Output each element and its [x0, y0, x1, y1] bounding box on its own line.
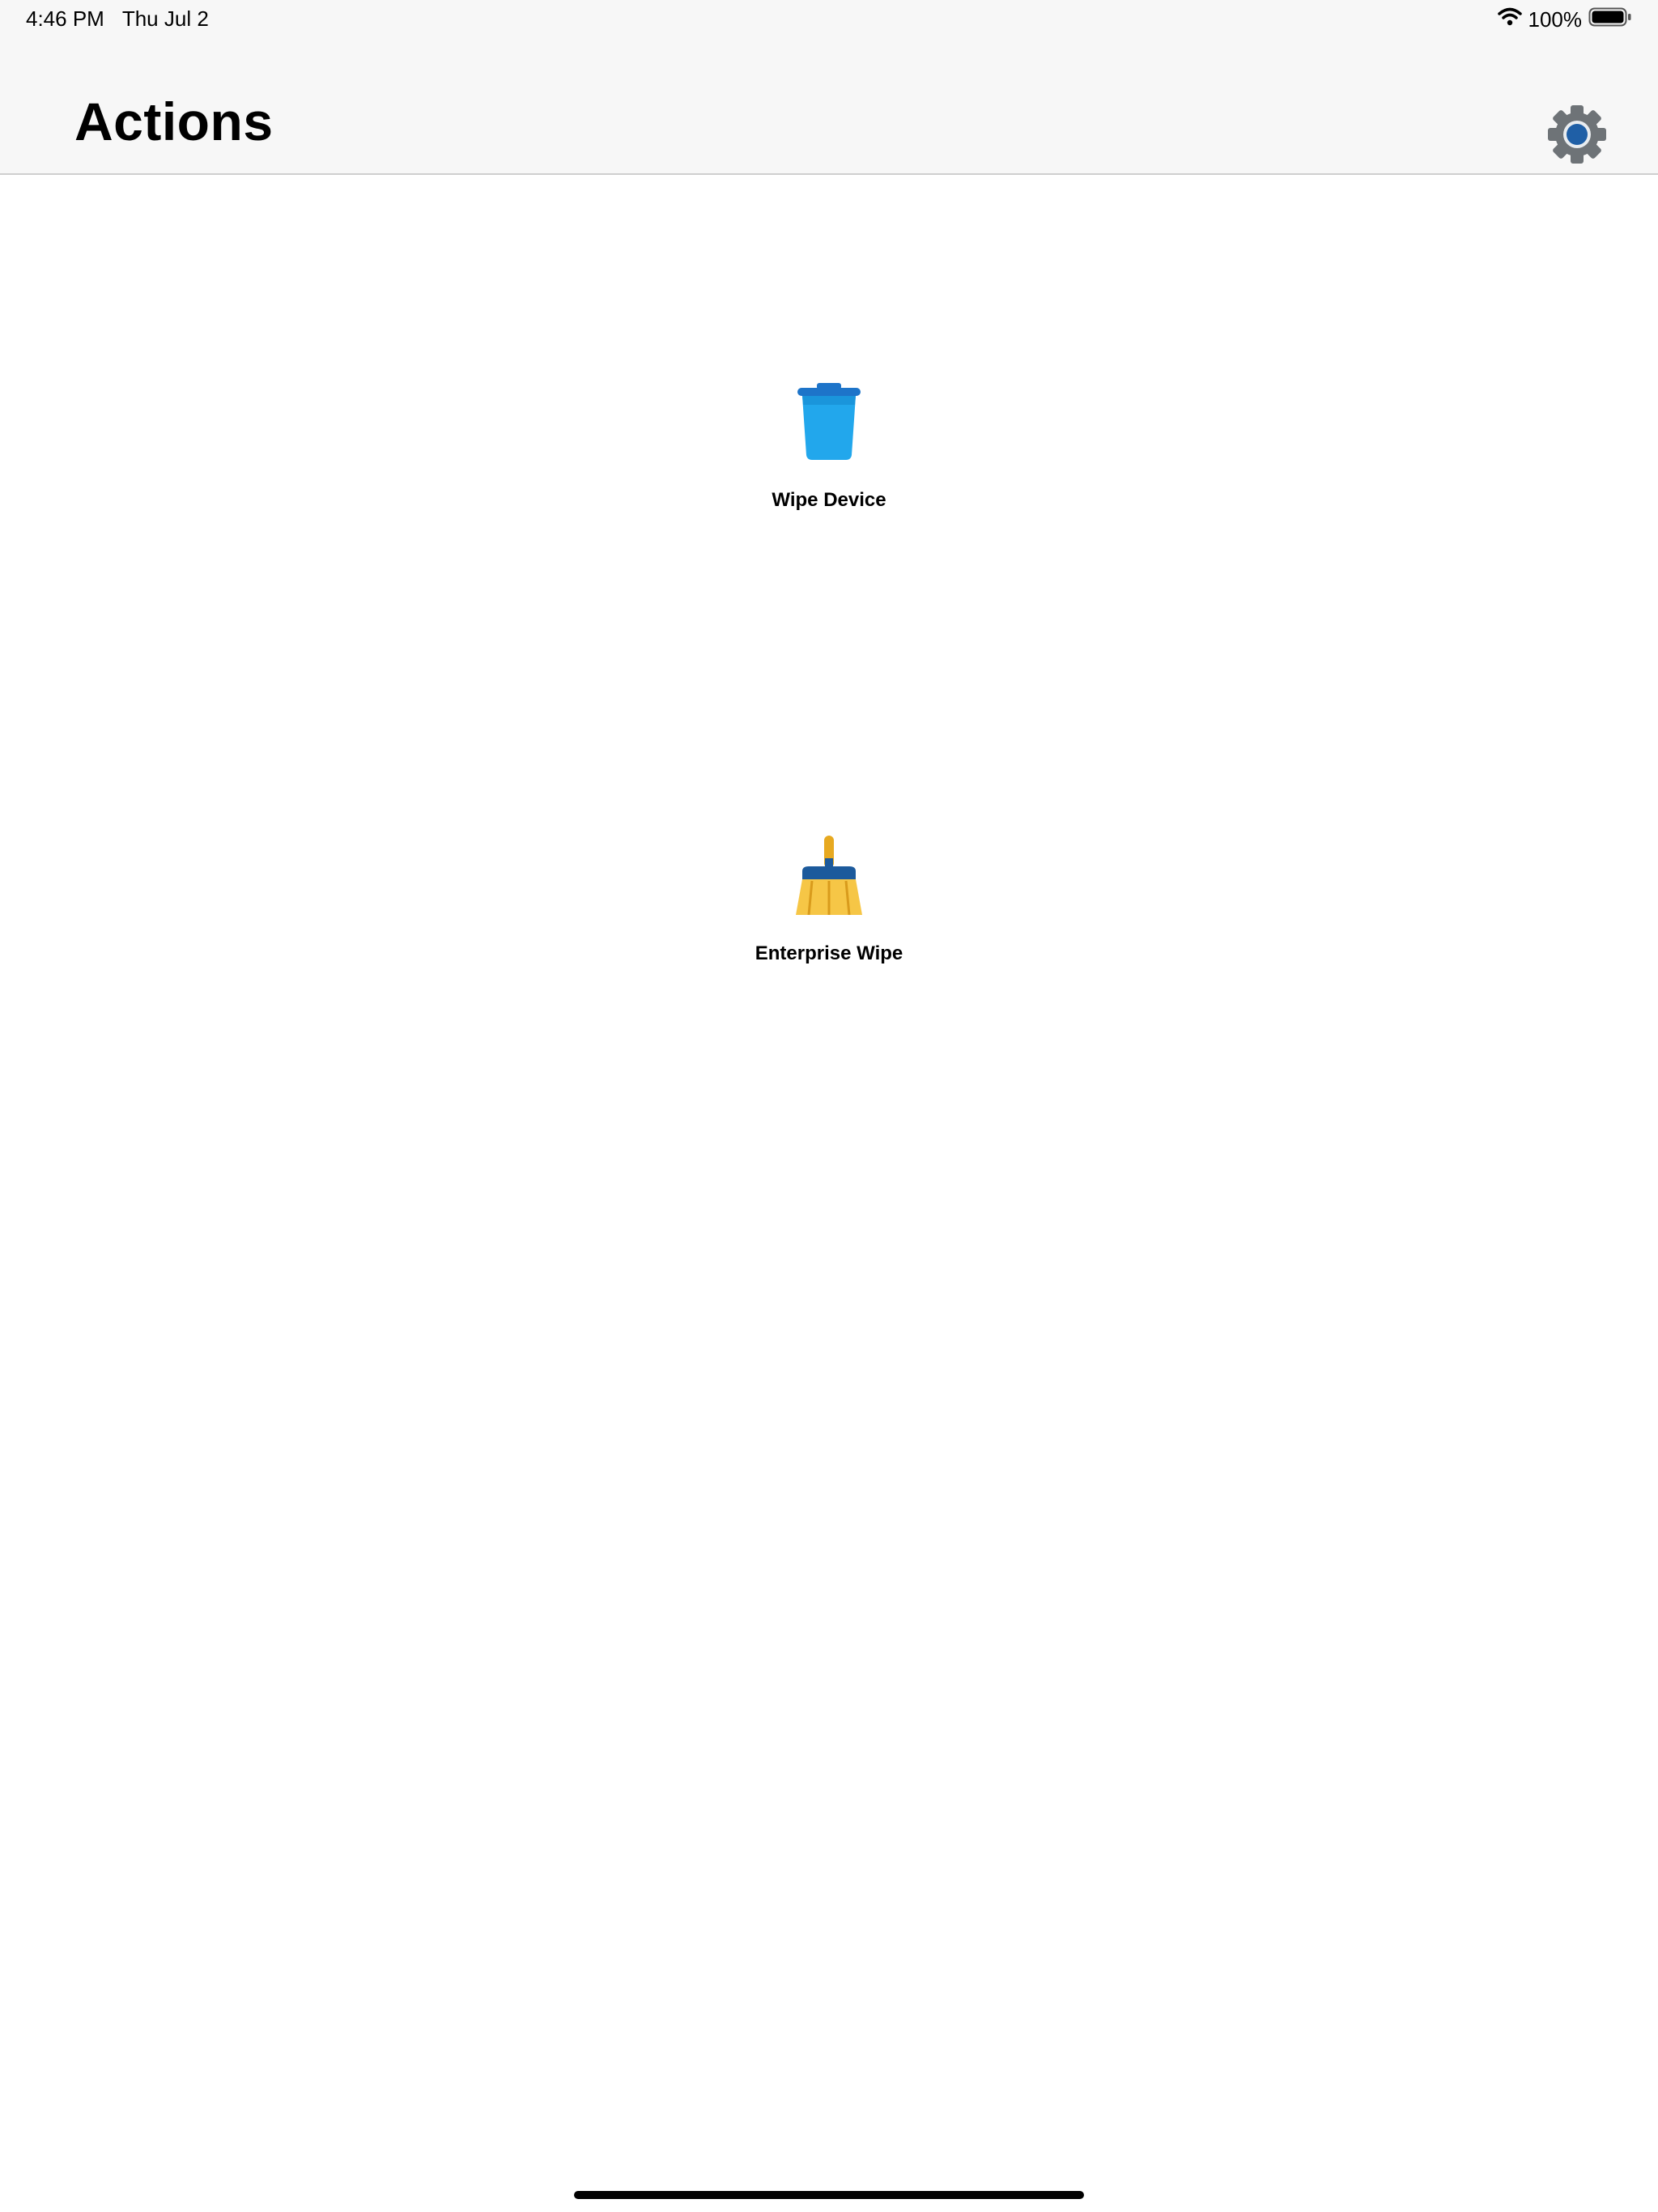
status-bar-left: 4:46 PM Thu Jul 2	[26, 6, 209, 32]
home-indicator[interactable]	[574, 2191, 1084, 2199]
gear-icon	[1548, 105, 1606, 164]
battery-icon	[1588, 6, 1632, 33]
trash-can-icon	[797, 383, 861, 460]
wifi-icon	[1497, 7, 1522, 32]
navigation-header: 4:46 PM Thu Jul 2 100% Actions	[0, 0, 1658, 175]
wipe-device-action[interactable]: Wipe Device	[667, 381, 991, 512]
actions-screen: 4:46 PM Thu Jul 2 100% Actions Wipe Devi…	[0, 0, 1658, 2212]
status-time: 4:46 PM	[26, 6, 104, 31]
status-date: Thu Jul 2	[121, 6, 209, 31]
enterprise-wipe-label: Enterprise Wipe	[755, 942, 903, 964]
battery-percentage: 100%	[1528, 6, 1583, 32]
status-bar-right: 100%	[1497, 6, 1633, 33]
page-title: Actions	[74, 91, 274, 151]
settings-button[interactable]	[1545, 102, 1609, 167]
wipe-device-label: Wipe Device	[772, 489, 886, 511]
enterprise-wipe-action[interactable]: Enterprise Wipe	[667, 834, 991, 965]
broom-icon	[796, 836, 862, 915]
